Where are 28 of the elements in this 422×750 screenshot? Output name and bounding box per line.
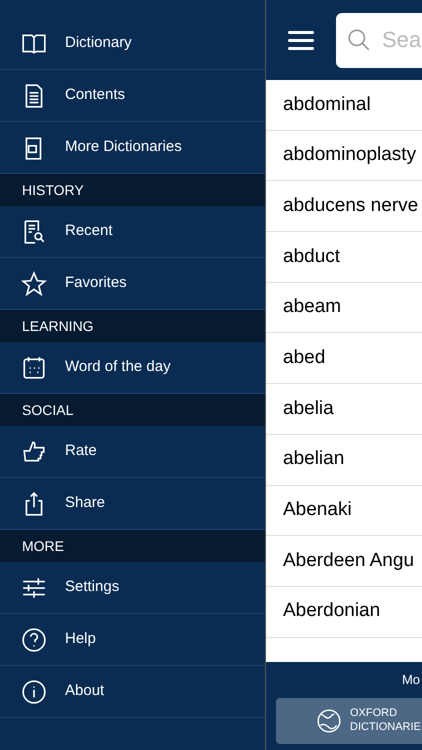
globe-icon (316, 708, 342, 734)
section-header: LEARNING (0, 310, 265, 342)
menu-icon[interactable] (288, 30, 314, 50)
word-row[interactable]: abelia (266, 384, 422, 435)
word-row[interactable]: Aberdonian (266, 586, 422, 638)
caption-text: Mo (402, 671, 421, 689)
word-row[interactable]: abeam (266, 282, 422, 334)
search-icon (346, 26, 372, 52)
section-header: HISTORY (0, 174, 265, 206)
section-header: SOCIAL (0, 394, 265, 426)
word-row[interactable]: abdominal (266, 80, 422, 131)
star-icon (21, 270, 47, 296)
word-row[interactable]: Aberdeen Angu (266, 536, 422, 587)
help-icon (21, 626, 47, 652)
dictionary-banner[interactable]: OXFORD DICTIONARIE (276, 698, 422, 744)
calendar-icon (21, 354, 47, 380)
thumbs-up-icon (21, 438, 47, 464)
search-field[interactable]: Sea (336, 12, 422, 68)
section-header: MORE (0, 530, 265, 562)
word-row[interactable]: abelian (266, 434, 422, 486)
banner-text: OXFORD (350, 706, 398, 720)
word-row[interactable]: abduct (266, 232, 422, 283)
word-row[interactable]: abdominoplasty (266, 130, 422, 182)
word-row[interactable]: abducens nerve (266, 181, 422, 232)
banner-text: DICTIONARIE (350, 720, 421, 734)
word-row[interactable]: abed (266, 333, 422, 384)
info-icon (21, 678, 47, 704)
word-row[interactable]: Abenaki (266, 486, 422, 536)
